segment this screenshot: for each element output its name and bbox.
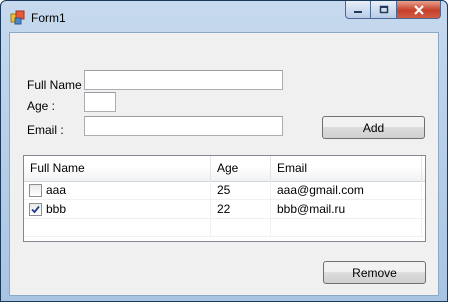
row-name-cell: bbb [24, 200, 211, 218]
empty-cell [271, 219, 422, 237]
column-header-fullname[interactable]: Full Name [24, 156, 211, 181]
row-checkbox[interactable] [29, 184, 42, 197]
form-client-area: Full Name : Age : Email : Add Full Name … [9, 32, 439, 296]
fullname-label: Full Name : [27, 78, 89, 92]
window-title: Form1 [31, 11, 66, 25]
add-button[interactable]: Add [322, 116, 425, 139]
fullname-input[interactable] [84, 70, 283, 90]
list-header: Full Name Age Email [24, 156, 425, 182]
row-name-cell: aaa [24, 181, 211, 199]
age-label: Age : [27, 99, 56, 113]
row-email: bbb@mail.ru [271, 200, 422, 218]
row-gridline [24, 236, 425, 237]
maximize-button[interactable] [371, 1, 397, 19]
close-icon [413, 4, 424, 15]
row-name: bbb [46, 202, 67, 216]
maximize-icon [379, 5, 388, 13]
column-header-age[interactable]: Age [211, 156, 271, 181]
checkmark-icon [31, 205, 40, 214]
row-age: 22 [211, 200, 271, 218]
minimize-button[interactable] [345, 1, 371, 19]
list-row[interactable]: aaa 25 aaa@gmail.com [24, 181, 425, 199]
age-input[interactable] [84, 92, 116, 112]
minimize-icon [354, 10, 362, 13]
list-row-empty [24, 219, 425, 237]
row-checkbox[interactable] [29, 203, 42, 216]
people-listview[interactable]: Full Name Age Email aaa 25 aaa@gmail.com [23, 155, 426, 242]
column-header-email[interactable]: Email [271, 156, 422, 181]
row-name: aaa [46, 183, 67, 197]
list-row[interactable]: bbb 22 bbb@mail.ru [24, 200, 425, 218]
empty-cell [24, 219, 211, 237]
window-frame: Form1 Full Name : Age : Email : Add Full… [0, 0, 448, 302]
remove-button[interactable]: Remove [323, 261, 426, 284]
title-bar[interactable]: Form1 [1, 1, 447, 33]
empty-cell [211, 219, 271, 237]
email-input[interactable] [84, 116, 283, 136]
row-age: 25 [211, 181, 271, 199]
email-label: Email : [27, 123, 64, 137]
row-email: aaa@gmail.com [271, 181, 422, 199]
form-app-icon [10, 10, 25, 25]
close-button[interactable] [397, 1, 441, 19]
